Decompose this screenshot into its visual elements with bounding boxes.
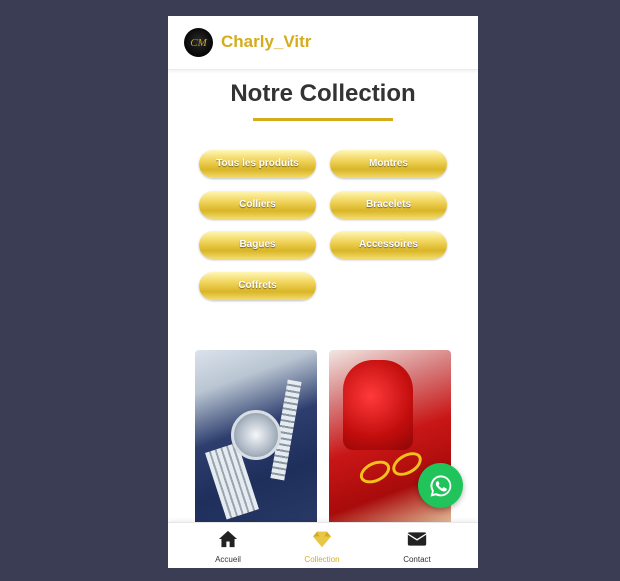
whatsapp-icon xyxy=(429,474,451,497)
nav-collection[interactable]: Collection xyxy=(282,523,362,568)
filter-all[interactable]: Tous les produits xyxy=(199,150,316,178)
product-card-watch[interactable] xyxy=(195,350,317,526)
top-bar: CM Charly_Vitr xyxy=(168,16,478,70)
diamond-icon xyxy=(313,531,331,548)
filter-necklaces[interactable]: Colliers xyxy=(199,191,316,219)
ring-image xyxy=(356,456,394,488)
filter-rings[interactable]: Bagues xyxy=(199,231,316,259)
whatsapp-button[interactable] xyxy=(418,463,463,508)
bottom-navigation: Accueil Collection Contact xyxy=(168,522,478,568)
watch-face-image xyxy=(231,410,281,460)
brand-name[interactable]: Charly_Vitr xyxy=(221,32,311,52)
envelope-icon xyxy=(407,532,427,546)
page-title: Notre Collection xyxy=(230,80,416,107)
nav-home-label: Accueil xyxy=(215,555,241,564)
nav-collection-label: Collection xyxy=(304,555,340,564)
ring-box-image xyxy=(343,360,413,450)
filter-watches[interactable]: Montres xyxy=(330,150,447,178)
logo-monogram: CM xyxy=(190,36,207,49)
nav-home[interactable]: Accueil xyxy=(188,523,268,568)
home-icon xyxy=(219,530,237,548)
filter-boxes[interactable]: Coffrets xyxy=(199,272,316,300)
nav-contact[interactable]: Contact xyxy=(377,523,457,568)
brand-logo[interactable]: CM xyxy=(184,28,213,57)
filter-accessories[interactable]: Accessoires xyxy=(330,231,447,259)
nav-contact-label: Contact xyxy=(403,555,431,564)
filter-bracelets[interactable]: Bracelets xyxy=(330,191,447,219)
phone-frame: CM Charly_Vitr Notre Collection Tous les… xyxy=(168,16,478,568)
title-underline xyxy=(253,118,393,121)
